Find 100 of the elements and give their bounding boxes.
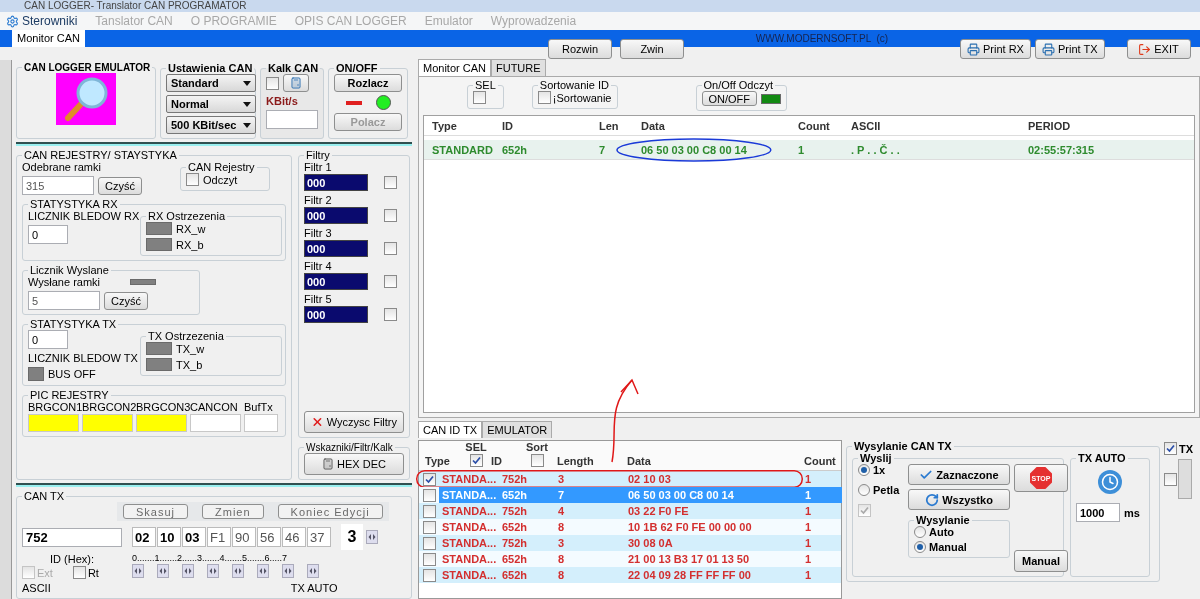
tab[interactable]: EMULATOR xyxy=(482,421,553,438)
clear-button[interactable]: Czyść xyxy=(98,176,142,195)
interval-field[interactable]: 1000 xyxy=(1076,503,1120,522)
radio-button[interactable] xyxy=(914,526,926,538)
checkbox[interactable] xyxy=(384,176,397,189)
checkbox[interactable] xyxy=(186,173,199,186)
clear-button[interactable]: Czyść xyxy=(104,291,148,310)
spin-arrows-icon[interactable] xyxy=(307,564,319,578)
edit-button[interactable]: Skasuj xyxy=(123,504,189,519)
unit-label: KBit/s xyxy=(266,95,299,107)
tab[interactable]: Monitor CAN xyxy=(12,30,85,47)
table-cell-text: 652h xyxy=(501,552,529,567)
input-field[interactable]: 0 xyxy=(28,225,68,244)
spin-arrows-icon[interactable] xyxy=(257,564,269,578)
byte-field[interactable]: 02 xyxy=(132,527,156,547)
input-field[interactable] xyxy=(266,110,318,129)
byte-field[interactable]: 10 xyxy=(157,527,181,547)
column-header: Type xyxy=(432,119,458,132)
checkbox[interactable] xyxy=(384,275,397,288)
filter-field[interactable]: 000 xyxy=(304,273,368,290)
column-header: Data xyxy=(627,455,652,467)
checkbox[interactable] xyxy=(423,488,436,502)
byte-field[interactable]: 37 xyxy=(307,527,331,547)
table-cell: STANDA... xyxy=(439,487,499,503)
column-header: ID xyxy=(502,119,514,132)
radio-button[interactable] xyxy=(858,464,870,476)
filter-field[interactable]: 000 xyxy=(304,240,368,257)
table-cell-text: STANDA... xyxy=(441,568,498,583)
dropdown[interactable]: Normal xyxy=(166,95,256,113)
dropdown[interactable]: Standard xyxy=(166,74,256,92)
dropdown[interactable]: 500 KBit/sec xyxy=(166,116,256,134)
scale-label: 0.......1.......2......3.......4.......5.......6.....7 xyxy=(132,553,289,563)
checkbox[interactable] xyxy=(858,504,871,517)
spin-arrows-icon[interactable] xyxy=(132,564,144,578)
checkbox[interactable] xyxy=(1164,442,1177,455)
checkbox[interactable] xyxy=(266,76,279,90)
checkbox[interactable] xyxy=(530,454,544,467)
tab[interactable]: Monitor CAN xyxy=(418,59,491,76)
id-field[interactable]: 752 xyxy=(22,527,122,547)
group-title: PIC REJESTRY xyxy=(29,389,110,401)
byte-field[interactable]: F1 xyxy=(207,527,231,547)
manual-button[interactable]: Manual xyxy=(1014,550,1068,572)
exit-button[interactable]: EXIT xyxy=(1126,39,1191,59)
edit-button[interactable]: Koniec Edycji xyxy=(277,504,383,519)
tab[interactable]: FUTURE xyxy=(490,59,546,76)
filter-field[interactable]: 000 xyxy=(304,306,368,323)
input-field[interactable]: 0 xyxy=(28,330,68,349)
print-button[interactable]: Print TX xyxy=(1034,39,1105,59)
label: ¡Sortowanie xyxy=(552,91,612,104)
tab[interactable]: CAN ID TX xyxy=(418,421,483,438)
print-button[interactable]: Print RX xyxy=(960,39,1031,59)
byte-field[interactable]: 90 xyxy=(232,527,256,547)
checkbox[interactable] xyxy=(72,566,86,579)
checkbox[interactable] xyxy=(469,454,483,467)
filter-field[interactable]: 000 xyxy=(304,174,368,191)
checkbox[interactable] xyxy=(384,308,397,321)
table-cell-text: STANDARD xyxy=(432,143,494,156)
spin-arrows-icon[interactable] xyxy=(207,564,219,578)
disconnect-button[interactable]: Rozlacz xyxy=(334,74,402,92)
filter-field[interactable]: 000 xyxy=(304,207,368,224)
checkbox[interactable] xyxy=(384,242,397,255)
edit-button[interactable]: Zmien xyxy=(202,504,264,519)
spin-arrows-icon[interactable] xyxy=(232,564,244,578)
send-selected-button[interactable]: Zaznaczone xyxy=(908,464,1010,485)
menu-item[interactable]: Sterowniki xyxy=(6,14,78,28)
checkbox[interactable] xyxy=(423,504,436,518)
byte-field[interactable]: 03 xyxy=(182,527,206,547)
spin-arrows-icon[interactable] xyxy=(282,564,294,578)
group-title: STATYSTYKA RX xyxy=(29,198,119,210)
input-field[interactable]: 315 xyxy=(22,176,94,195)
radio-button[interactable] xyxy=(858,484,870,496)
scrollbar[interactable] xyxy=(1178,459,1192,499)
expand-button[interactable]: Rozwin xyxy=(548,39,612,59)
checkbox[interactable] xyxy=(423,536,436,550)
checkbox[interactable] xyxy=(423,472,436,486)
checkbox[interactable] xyxy=(423,520,436,534)
collapse-button[interactable]: Zwin xyxy=(620,39,684,59)
exit-icon xyxy=(1138,42,1152,56)
checkbox[interactable] xyxy=(1164,472,1177,486)
checkbox[interactable] xyxy=(423,568,436,582)
spin-arrows-icon[interactable] xyxy=(182,564,194,578)
spin-arrows-icon[interactable] xyxy=(157,564,169,578)
clear-filters-button[interactable]: Wyczysc Filtry xyxy=(304,411,404,433)
input-field[interactable]: 5 xyxy=(28,291,100,310)
radio-button[interactable] xyxy=(914,541,926,553)
checkbox[interactable] xyxy=(384,209,397,222)
checkbox[interactable] xyxy=(423,552,436,566)
byte-field[interactable]: 56 xyxy=(257,527,281,547)
length-field[interactable]: 3 xyxy=(341,524,363,550)
checkbox[interactable] xyxy=(473,91,486,104)
group-title: CAN Rejestry xyxy=(187,161,256,173)
label: RX_w xyxy=(176,222,206,235)
calculator-button[interactable] xyxy=(283,74,309,92)
column-header: ASCII xyxy=(851,119,882,132)
checkbox[interactable] xyxy=(537,91,551,104)
byte-field[interactable]: 46 xyxy=(282,527,306,547)
hex-dec-button[interactable]: HEX DEC xyxy=(304,453,404,475)
send-all-button[interactable]: Wszystko xyxy=(908,489,1010,510)
toggle-button[interactable]: ON/OFF xyxy=(701,91,758,106)
spin-arrows-icon[interactable] xyxy=(366,530,378,544)
